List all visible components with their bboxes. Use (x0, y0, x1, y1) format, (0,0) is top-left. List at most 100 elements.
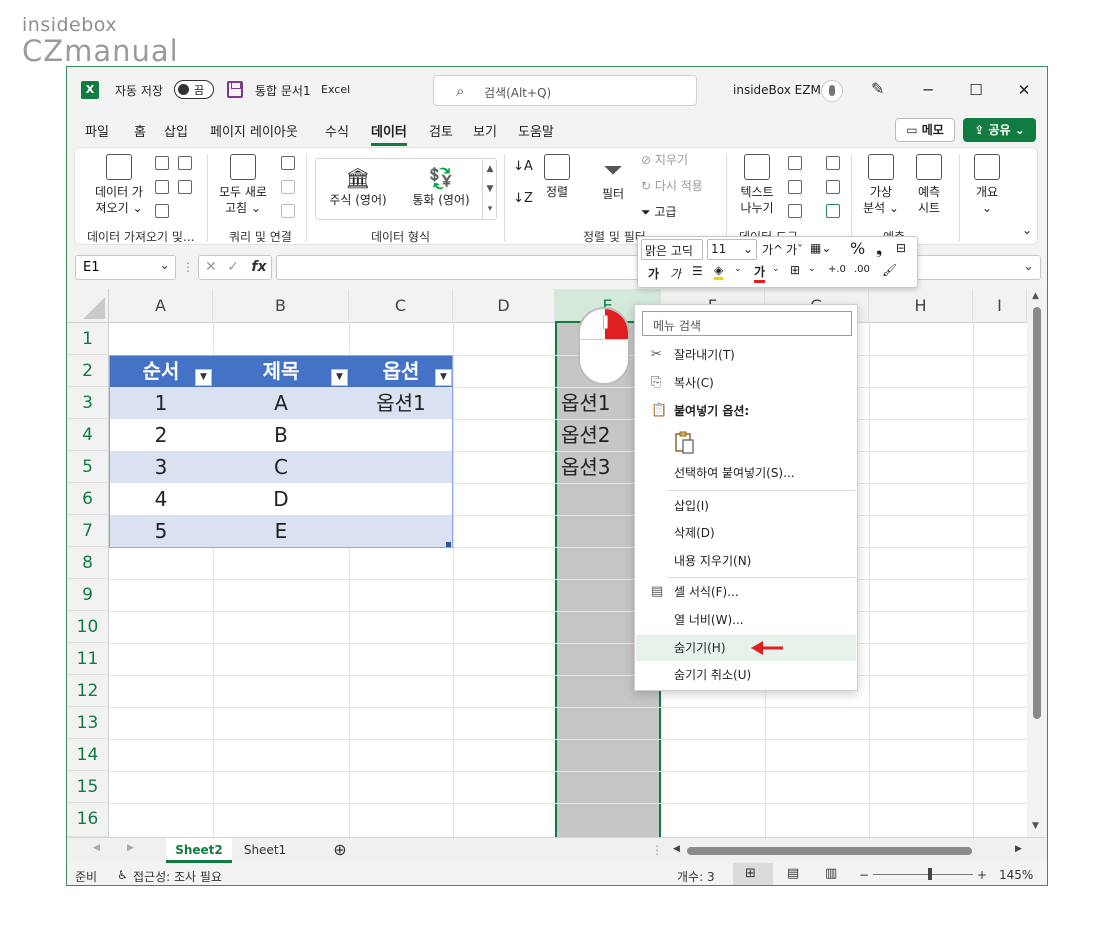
table-cell[interactable]: 4 (109, 483, 213, 515)
row-header-5[interactable]: 5 (67, 451, 109, 483)
menu-home[interactable]: 홈 (134, 121, 146, 140)
from-text-icon[interactable] (152, 154, 172, 170)
designer-icon[interactable]: ✎ (871, 79, 884, 98)
table-cell[interactable] (349, 419, 453, 451)
merge-center-icon[interactable]: ⊟ (896, 241, 906, 255)
menu-item-column-width[interactable]: 열 너비(W)... (636, 607, 856, 633)
row-header-9[interactable]: 9 (67, 579, 109, 611)
paste-icon[interactable] (675, 431, 695, 455)
from-web-icon[interactable] (152, 178, 172, 194)
tab-next-icon[interactable]: ▶ (127, 843, 134, 853)
italic-button[interactable]: 가 (670, 265, 681, 282)
remove-duplicates-icon[interactable] (785, 178, 805, 194)
row-header-10[interactable]: 10 (67, 611, 109, 643)
menu-help[interactable]: 도움말 (518, 121, 554, 140)
column-header-c[interactable]: C (349, 289, 453, 323)
page-layout-icon[interactable]: ▤ (787, 866, 799, 881)
menu-item-hide[interactable]: 숨기기(H) (636, 635, 856, 661)
grow-font-button[interactable]: 가^ (762, 241, 783, 258)
data-model-icon[interactable] (823, 202, 843, 218)
data-validation-icon[interactable] (785, 202, 805, 218)
row-header-11[interactable]: 11 (67, 643, 109, 675)
from-table-icon[interactable] (152, 202, 172, 218)
column-header-i[interactable]: I (973, 289, 1027, 323)
font-size-dropdown[interactable]: 11 ⌄ (707, 239, 757, 260)
accessibility-status[interactable]: 접근성: 조사 필요 (133, 868, 222, 885)
enter-icon[interactable]: ✓ (227, 259, 239, 275)
menu-search-input[interactable]: 메뉴 검색 (642, 311, 852, 336)
forecast-sheet-button[interactable]: 예측 시트 (909, 154, 949, 217)
currencies-button[interactable]: 💱 통화 (영어) (402, 165, 480, 208)
table-cell[interactable]: E (213, 515, 349, 547)
column-e-cell[interactable]: 옵션2 (561, 419, 611, 451)
percent-button[interactable]: % (850, 239, 865, 258)
menu-item-paste-special[interactable]: 선택하여 붙여넣기(S)... (636, 460, 856, 486)
select-all-corner[interactable] (67, 289, 109, 323)
table-cell[interactable] (349, 451, 453, 483)
tab-prev-icon[interactable]: ◀ (93, 843, 100, 853)
scroll-up-icon[interactable]: ▲ (1032, 291, 1039, 301)
collapse-ribbon-icon[interactable]: ⌄ (1019, 222, 1035, 238)
zoom-in-button[interactable]: + (977, 868, 987, 882)
row-header-3[interactable]: 3 (67, 387, 109, 419)
table-cell[interactable]: A (213, 387, 349, 419)
font-name-dropdown[interactable]: 맑은 고딕 (641, 239, 703, 260)
sheet-tab[interactable]: Sheet2 (166, 838, 232, 863)
row-header-1[interactable]: 1 (67, 323, 109, 355)
menu-item-copy[interactable]: ⎘ 복사(C) (636, 370, 856, 396)
chevron-down-icon[interactable]: ⌄ (772, 264, 780, 274)
borders-icon[interactable]: ⊞ (790, 263, 800, 277)
menu-item-delete[interactable]: 삭제(D) (636, 520, 856, 546)
table-cell[interactable]: D (213, 483, 349, 515)
name-box[interactable]: E1 ⌄ (75, 255, 176, 280)
minimize-button[interactable]: ─ (916, 79, 940, 101)
menu-formulas[interactable]: 수식 (325, 121, 349, 140)
fill-color-icon[interactable]: ◈ (714, 263, 724, 280)
memo-button[interactable]: ▭ 메모 (895, 118, 955, 142)
scroll-down-icon[interactable]: ▼ (1032, 821, 1039, 831)
outline-button[interactable]: 개요 ⌄ (967, 154, 1007, 217)
column-e-cell[interactable]: 옵션3 (561, 451, 611, 483)
filter-dropdown-icon[interactable]: ▼ (331, 369, 348, 386)
hscroll-right-icon[interactable]: ▶ (1015, 844, 1022, 854)
menu-view[interactable]: 보기 (473, 121, 497, 140)
shrink-font-button[interactable]: 가ˇ (786, 241, 803, 258)
table-cell[interactable]: 3 (109, 451, 213, 483)
bold-button[interactable]: 가 (648, 265, 659, 282)
align-center-icon[interactable]: ☰ (692, 264, 703, 278)
row-header-12[interactable]: 12 (67, 675, 109, 707)
column-e-cell[interactable]: 옵션1 (561, 387, 611, 419)
increase-decimal-icon[interactable]: +.0 (828, 264, 846, 275)
close-button[interactable]: ✕ (1012, 79, 1036, 101)
zoom-slider-knob[interactable] (928, 868, 932, 880)
sort-desc-icon[interactable]: ↓Z (513, 190, 533, 208)
table-cell[interactable] (349, 515, 453, 547)
sort-button[interactable]: 정렬 (539, 154, 575, 200)
row-header-16[interactable]: 16 (67, 803, 109, 837)
chevron-down-icon[interactable]: ⌄ (734, 264, 742, 274)
zoom-level[interactable]: 145% (999, 868, 1033, 882)
zoom-slider[interactable] (873, 874, 973, 875)
menu-item-format-cells[interactable]: ▤ 셀 서식(F)... (636, 579, 856, 605)
existing-connections-icon[interactable] (175, 178, 195, 194)
table-cell[interactable]: 2 (109, 419, 213, 451)
table-cell[interactable]: 1 (109, 387, 213, 419)
stocks-button[interactable]: 🏛 주식 (영어) (322, 165, 394, 208)
comma-style-button[interactable]: ❟ (876, 239, 882, 259)
advanced-button[interactable]: ⏷ 고급 (641, 204, 677, 220)
scroll-thumb[interactable] (1033, 307, 1041, 719)
menu-item-insert[interactable]: 삽입(I) (636, 493, 856, 519)
fx-icon[interactable]: fx (251, 259, 266, 275)
avatar[interactable] (821, 80, 843, 102)
add-sheet-icon[interactable]: ⊕ (325, 838, 355, 863)
page-break-icon[interactable]: ▥ (825, 866, 837, 881)
chevron-down-icon[interactable]: ⌄ (808, 264, 816, 274)
column-header-b[interactable]: B (213, 289, 349, 323)
normal-view-button[interactable]: ⊞ (733, 863, 773, 885)
gallery-scroll[interactable]: ▲ ▼ ▾ (482, 159, 497, 219)
cancel-icon[interactable]: ✕ (205, 259, 217, 275)
search-box[interactable]: ⌕ 검색(Alt+Q) (433, 75, 697, 106)
column-header-a[interactable]: A (109, 289, 213, 323)
row-header-2[interactable]: 2 (67, 355, 109, 387)
sheet-tab[interactable]: Sheet1 (234, 838, 296, 863)
